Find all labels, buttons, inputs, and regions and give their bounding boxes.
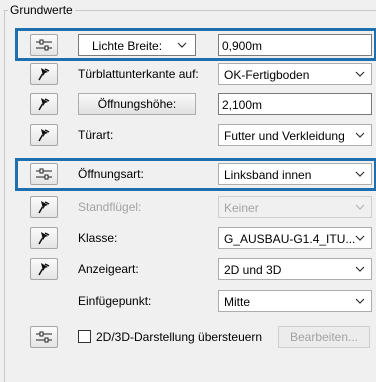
anzeigeart-value: 2D und 3D [224,263,282,277]
override-label[interactable]: 2D/3D-Darstellung übersteuern [96,330,262,344]
oeffnungsart-value: Linksband innen [224,168,312,182]
row-einfuegepunkt: Einfügepunkt: Mitte [0,290,376,312]
pin-icon [38,201,50,214]
oeffnungshoehe-input[interactable]: 2,100m [218,93,372,115]
pin-icon [38,68,50,81]
pin-button[interactable] [30,258,58,280]
chevron-down-icon [177,42,187,48]
oeffnungshoehe-value: 2,100m [222,98,263,112]
pin-button[interactable] [30,124,58,146]
lichte-breite-select-label: Lichte Breite: [92,39,163,53]
standfluegel-select[interactable]: Keiner [218,196,372,218]
row-oeffnungshoehe: Öffnungshöhe: 2,100m [0,93,376,115]
row-anzeigeart: Anzeigeart: 2D und 3D [0,258,376,280]
slider-settings-icon [36,168,52,180]
einfuegepunkt-value: Mitte [224,295,251,309]
chevron-down-icon [355,171,365,177]
chevron-down-icon [355,266,365,272]
row-oeffnungsart: Öffnungsart: Linksband innen [0,163,376,185]
tuerblatt-select[interactable]: OK-Fertigboden [218,63,372,85]
chevron-down-icon [355,235,365,241]
pin-button[interactable] [30,63,58,85]
pin-icon [38,232,50,245]
slider-settings-icon [36,331,52,343]
slider-settings-icon [36,39,52,51]
tuerart-label: Türart: [78,128,114,142]
tuerblatt-label: Türblattunterkante auf: [78,67,199,81]
pin-icon [38,263,50,276]
oeffnungshoehe-button[interactable]: Öffnungshöhe: [78,93,196,115]
bearbeiten-button[interactable]: Bearbeiten... [278,326,370,348]
anzeigeart-label: Anzeigeart: [78,262,139,276]
pin-icon [38,129,50,142]
chevron-down-icon [355,298,365,304]
klasse-select[interactable]: G_AUSBAU-G1.4_ITU... [218,227,372,249]
klasse-label: Klasse: [78,231,118,245]
pin-button[interactable] [30,227,58,249]
tuerart-value: Futter und Verkleidung [224,129,345,143]
row-standfluegel: Standflügel: Keiner [0,196,376,218]
slider-settings-button[interactable] [30,326,58,348]
klasse-value: G_AUSBAU-G1.4_ITU... [224,232,356,246]
oeffnungsart-label: Öffnungsart: [78,167,144,181]
slider-settings-button[interactable] [30,34,58,56]
lichte-breite-input[interactable]: 0,900m [218,34,372,56]
override-checkbox[interactable] [78,330,91,343]
lichte-breite-value: 0,900m [222,39,263,53]
row-override: 2D/3D-Darstellung übersteuern Bearbeiten… [0,326,376,348]
pin-button[interactable] [30,196,58,218]
chevron-down-icon [355,71,365,77]
oeffnungsart-select[interactable]: Linksband innen [218,163,372,185]
chevron-down-icon [355,204,365,210]
tuerart-select[interactable]: Futter und Verkleidung [218,124,372,146]
standfluegel-label: Standflügel: [78,200,142,214]
row-tuerblatt: Türblattunterkante auf: OK-Fertigboden [0,63,376,85]
row-lichte-breite: Lichte Breite: 0,900m [0,34,376,56]
row-klasse: Klasse: G_AUSBAU-G1.4_ITU... [0,227,376,249]
anzeigeart-select[interactable]: 2D und 3D [218,258,372,280]
standfluegel-value: Keiner [224,201,259,215]
einfuegepunkt-label: Einfügepunkt: [78,294,152,308]
pin-icon [38,98,50,111]
row-tuerart: Türart: Futter und Verkleidung [0,124,376,146]
einfuegepunkt-select[interactable]: Mitte [218,290,372,312]
tuerblatt-value: OK-Fertigboden [224,68,310,82]
pin-button[interactable] [30,93,58,115]
chevron-down-icon [355,132,365,138]
slider-settings-button[interactable] [30,163,58,185]
lichte-breite-select[interactable]: Lichte Breite: [78,34,196,56]
group-title: Grundwerte [8,3,75,17]
